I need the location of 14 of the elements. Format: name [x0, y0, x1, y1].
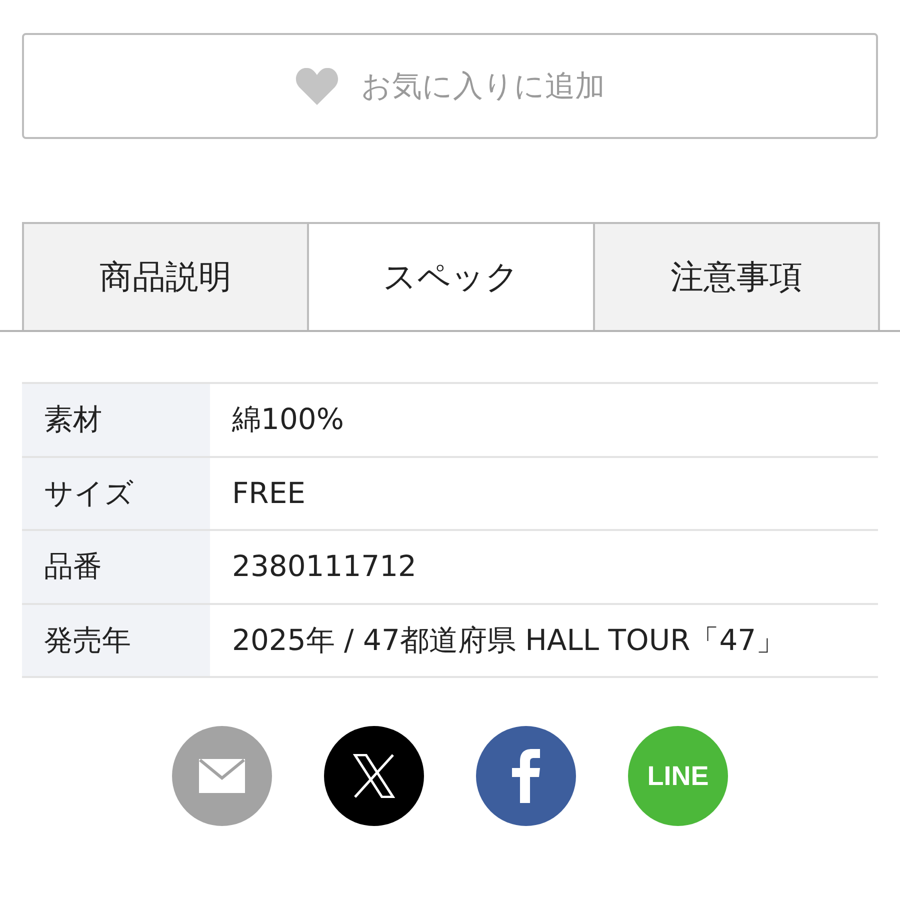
envelope-icon [199, 759, 245, 793]
x-logo-icon [353, 754, 395, 798]
spec-value: 2380111712 [231, 548, 418, 586]
spec-value: 綿100% [231, 401, 345, 438]
spec-label: 発売年 [22, 604, 210, 676]
spec-label: サイズ [22, 458, 210, 529]
spec-label: 品番 [22, 531, 210, 602]
spec-value: FREE [231, 474, 306, 512]
heart-icon [295, 67, 339, 105]
tab[interactable]: 注意事項 [592, 222, 880, 330]
facebook-logo-icon [512, 749, 540, 803]
tab[interactable]: 商品説明 [22, 222, 310, 330]
spec-value: 2025年 / 47都道府県 HALL TOUR「47」 [231, 622, 786, 659]
spec-label: 素材 [22, 384, 210, 456]
